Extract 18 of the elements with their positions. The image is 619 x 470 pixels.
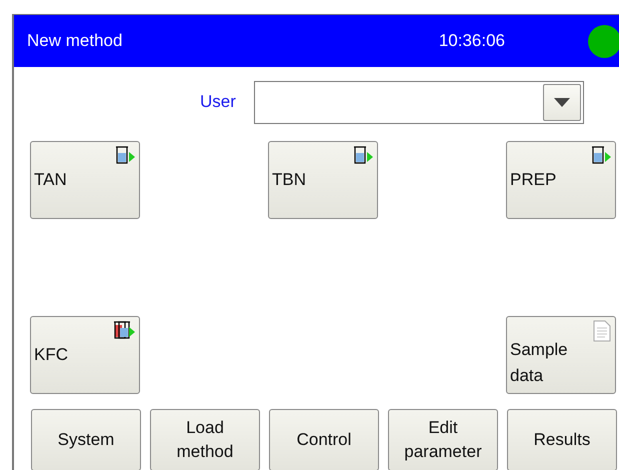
method-tile[interactable]: TAN: [30, 141, 140, 219]
method-tile[interactable]: KFC: [30, 316, 140, 394]
method-tile[interactable]: TBN: [268, 141, 378, 219]
method-tile[interactable]: Sample data: [506, 316, 616, 394]
window-title: New method: [27, 31, 122, 51]
menu-button[interactable]: Load method: [150, 409, 260, 470]
status-icon: [588, 25, 619, 58]
menu-button[interactable]: Results: [507, 409, 617, 470]
clock-time: 10:36:06: [438, 31, 505, 51]
caret-icon: [554, 98, 570, 106]
user-dropdown[interactable]: [254, 80, 584, 124]
menu-button[interactable]: Control: [269, 409, 379, 470]
document-icon: [593, 320, 611, 342]
dropdown-button[interactable]: [543, 84, 581, 120]
method-tile[interactable]: PREP: [506, 141, 616, 219]
menu-button[interactable]: System: [31, 409, 141, 470]
user-label: User: [200, 92, 237, 112]
menu-button[interactable]: Edit parameter: [388, 409, 498, 470]
